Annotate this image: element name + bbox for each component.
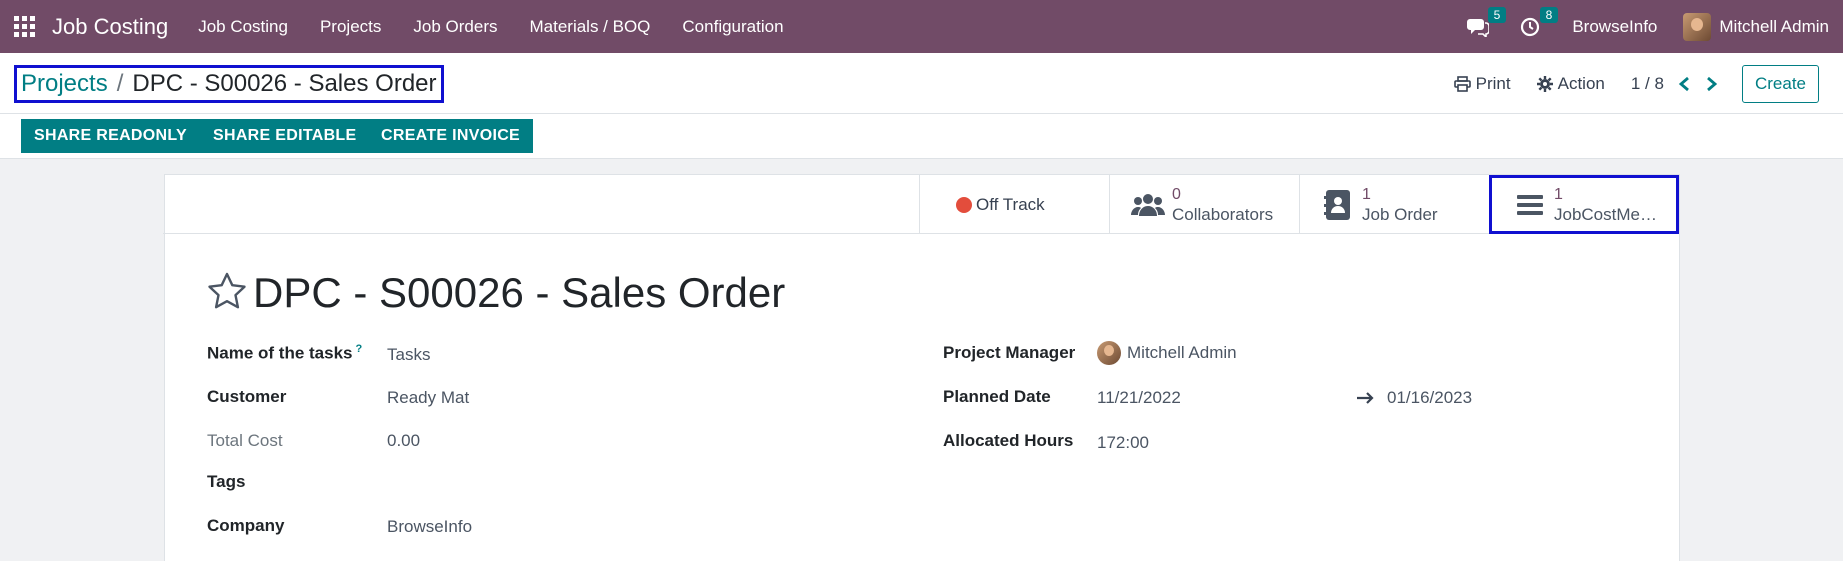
list-bars-icon bbox=[1512, 187, 1548, 223]
messages-badge: 5 bbox=[1487, 6, 1507, 23]
company-field[interactable]: BrowseInfo bbox=[387, 517, 472, 537]
company-field-label: Company bbox=[207, 516, 285, 535]
allocated-hours-field[interactable]: 172:00 bbox=[1097, 433, 1149, 453]
tasks-label-text: Name of the tasks bbox=[207, 343, 353, 363]
share-readonly-button[interactable]: SHARE READONLY bbox=[21, 119, 200, 153]
status-label: Off Track bbox=[976, 194, 1045, 214]
project-manager-avatar bbox=[1097, 341, 1121, 365]
breadcrumb-current: DPC - S00026 - Sales Order bbox=[132, 70, 437, 97]
planned-date-field-label: Planned Date bbox=[943, 387, 1051, 406]
planned-date-end-field[interactable]: 01/16/2023 bbox=[1387, 388, 1472, 408]
menu-job-orders[interactable]: Job Orders bbox=[397, 17, 513, 37]
user-avatar bbox=[1683, 12, 1712, 41]
menu-projects[interactable]: Projects bbox=[304, 17, 397, 37]
customer-field[interactable]: Ready Mat bbox=[387, 388, 469, 408]
project-manager-name: Mitchell Admin bbox=[1127, 343, 1237, 362]
activities-badge: 8 bbox=[1539, 6, 1559, 23]
top-navbar: Job Costing Job Costing Projects Job Ord… bbox=[0, 0, 1843, 53]
tags-field[interactable] bbox=[387, 472, 687, 494]
create-invoice-button[interactable]: CREATE INVOICE bbox=[368, 119, 534, 153]
status-dot-icon bbox=[956, 196, 972, 213]
print-button[interactable]: Print bbox=[1453, 73, 1511, 94]
tasks-field[interactable]: Tasks bbox=[387, 345, 430, 365]
project-manager-field[interactable]: Mitchell Admin bbox=[1097, 341, 1237, 365]
create-button[interactable]: Create bbox=[1741, 64, 1819, 103]
jobcost-count: 1 bbox=[1554, 185, 1563, 203]
main-menu: Job Costing Projects Job Orders Material… bbox=[182, 17, 799, 37]
apps-menu-icon[interactable] bbox=[14, 15, 36, 38]
jobcost-button[interactable]: 1 JobCostMe… bbox=[1489, 175, 1679, 234]
control-panel-actions: Print Action 1 / 8 Create bbox=[1453, 53, 1843, 114]
app-name[interactable]: Job Costing bbox=[52, 14, 168, 40]
tasks-field-label: Name of the tasks? bbox=[207, 343, 362, 364]
job-order-label: Job Order bbox=[1362, 204, 1438, 224]
breadcrumb: Projects / DPC - S00026 - Sales Order bbox=[14, 65, 444, 103]
title-row: DPC - S00026 - Sales Order bbox=[207, 269, 785, 317]
job-order-count: 1 bbox=[1362, 185, 1371, 203]
action-label: Action bbox=[1557, 73, 1605, 93]
control-panel: Projects / DPC - S00026 - Sales Order Pr… bbox=[0, 53, 1843, 114]
collaborators-button[interactable]: 0 Collaborators bbox=[1109, 175, 1299, 234]
smart-button-box: Off Track 0 Collaborators 1 Job Order 1 … bbox=[163, 175, 1679, 234]
activities-clock-icon[interactable]: 8 bbox=[1516, 6, 1559, 41]
allocated-hours-field-label: Allocated Hours bbox=[943, 431, 1074, 450]
share-editable-button[interactable]: SHARE EDITABLE bbox=[200, 119, 370, 153]
gear-icon bbox=[1536, 75, 1553, 92]
menu-job-costing[interactable]: Job Costing bbox=[182, 17, 304, 37]
project-manager-field-label: Project Manager bbox=[943, 343, 1076, 362]
collaborators-label: Collaborators bbox=[1172, 204, 1274, 224]
user-menu[interactable]: Mitchell Admin bbox=[1683, 12, 1829, 41]
form-statusbar: SHARE READONLY SHARE EDITABLE CREATE INV… bbox=[0, 114, 1843, 159]
status-off-track-button[interactable]: Off Track bbox=[919, 175, 1109, 234]
breadcrumb-projects-link[interactable]: Projects bbox=[21, 70, 108, 98]
record-title[interactable]: DPC - S00026 - Sales Order bbox=[253, 269, 785, 317]
favorite-star-icon[interactable] bbox=[207, 272, 247, 315]
action-button[interactable]: Action bbox=[1536, 73, 1605, 94]
messages-icon[interactable]: 5 bbox=[1464, 6, 1507, 41]
user-name: Mitchell Admin bbox=[1719, 16, 1829, 36]
pager-value[interactable]: 1 / 8 bbox=[1631, 74, 1664, 94]
print-label: Print bbox=[1475, 73, 1511, 93]
arrow-right-icon bbox=[1357, 390, 1375, 410]
total-cost-field: 0.00 bbox=[387, 431, 421, 450]
planned-date-start-field[interactable]: 11/21/2022 bbox=[1097, 388, 1181, 408]
company-switcher[interactable]: BrowseInfo bbox=[1572, 17, 1657, 37]
jobcost-label: JobCostMe… bbox=[1554, 204, 1657, 224]
help-tooltip-icon[interactable]: ? bbox=[356, 343, 363, 355]
print-icon bbox=[1453, 75, 1471, 92]
menu-configuration[interactable]: Configuration bbox=[666, 17, 799, 37]
address-book-icon bbox=[1320, 187, 1356, 223]
pager-next-icon[interactable] bbox=[1706, 74, 1720, 94]
pager-previous-icon[interactable] bbox=[1678, 74, 1692, 94]
tags-field-label: Tags bbox=[207, 472, 246, 491]
collaborators-count: 0 bbox=[1172, 185, 1181, 203]
menu-materials-boq[interactable]: Materials / BOQ bbox=[513, 17, 666, 37]
total-cost-field-label: Total Cost bbox=[207, 431, 283, 450]
customer-field-label: Customer bbox=[207, 387, 287, 406]
breadcrumb-separator: / bbox=[116, 70, 124, 97]
users-icon bbox=[1130, 187, 1166, 223]
job-order-button[interactable]: 1 Job Order bbox=[1299, 175, 1489, 234]
navbar-systray: 5 8 BrowseInfo Mitchell Admin bbox=[1464, 0, 1843, 53]
form-sheet: Off Track 0 Collaborators 1 Job Order 1 … bbox=[163, 174, 1680, 561]
